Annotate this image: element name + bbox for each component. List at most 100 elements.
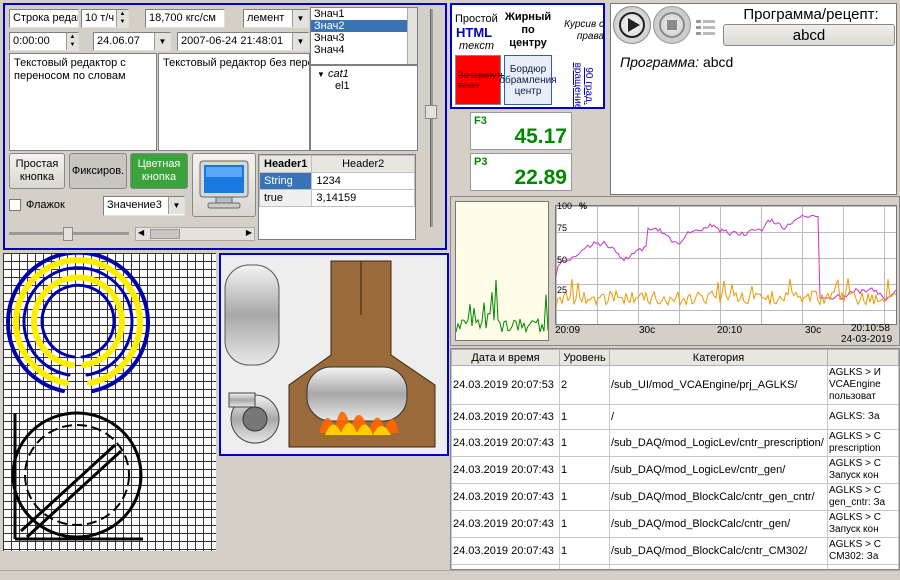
list-item[interactable]: Знач3 [311,32,407,44]
italic-text: текст [459,40,495,52]
slider-handle[interactable] [425,105,437,119]
data-table[interactable]: Header1 Header2 String 1234 true 3,14159 [258,154,416,240]
log-category: /sub_DAQ/mod_LogicLev/cntr_prescription/ [609,429,828,457]
play-icon [619,12,645,38]
log-message: AGLKS: За [827,404,899,430]
scroll-left-icon[interactable]: ◀ [138,228,144,237]
main-trend [555,205,897,325]
indicator-label: P3 [474,156,488,168]
log-row[interactable]: 24.03.2019 20:07:53 2/sub_UI/mod_VCAEngin… [451,365,899,405]
simple-button[interactable]: Простая кнопка [9,153,65,189]
int-spinbox[interactable]: 10 т/ч ▲ ▼ [81,9,129,28]
log-level: 1 [559,456,610,484]
flag-checkbox[interactable]: Флажок [9,199,65,211]
list-scrollbar[interactable] [407,8,417,64]
log-category: /sub_UI/mod_VCAEngine/prj_AGLKS/ [609,365,828,405]
text-editor-nowrap[interactable]: Текстовый редактор без перен [158,53,310,151]
x-label: 20:09 [555,325,581,336]
spin-arrows-icon[interactable]: ▲ ▼ [66,33,78,50]
form-elements-panel: Строка редак 10 т/ч ▲ ▼ 18,700 кгс/см леме… [3,3,447,250]
values-list[interactable]: Знач1 Знач2 Знач3 Знач4 [310,7,418,65]
text-editor-wrap[interactable]: Текстовый редактор с переносом по словам [9,53,157,151]
column-header-category[interactable]: Категория [609,349,828,366]
log-row[interactable]: 24.03.2019 20:07:43 1/AGLKS: За [451,404,899,430]
trend-series-magenta [555,214,897,302]
log-row[interactable]: 24.03.2019 20:07:43 1/sub_DAQ/mod_LogicLe… [451,456,899,484]
column-header-level[interactable]: Уровень [559,349,610,366]
italic-right-text: Курсив с права [564,19,604,42]
indicator-f3: F3 45.17 [470,112,572,150]
indicator-label: F3 [474,115,487,127]
furnace-mnemo [219,253,449,456]
column-header-datetime[interactable]: Дата и время [451,349,560,366]
list-steps-icon [696,20,715,35]
colored-button[interactable]: Цветная кнопка [130,153,188,189]
datetime-edit[interactable]: 2007-06-24 21:48:01 ▼ [177,32,309,51]
tree-expand-icon[interactable]: ▼ [317,70,325,79]
chevron-down-icon[interactable]: ▼ [154,33,170,50]
y-label: % [579,201,588,211]
scroll-right-icon[interactable]: ▶ [246,228,252,237]
date-edit[interactable]: 24.06.07 ▼ [93,32,171,51]
tree-view[interactable]: ▼ cat1 el1 [310,65,418,151]
monitor-icon [199,160,249,209]
tree-item-cat[interactable]: ▼ cat1 [317,68,413,80]
vertical-slider[interactable] [425,9,437,229]
date-label: 24-03-2019 [841,334,893,345]
log-datetime: 24.03.2019 20:07:43 [451,483,560,511]
log-datetime: 24.03.2019 20:07:43 [451,456,560,484]
trend-series-orange [555,278,897,307]
log-message: AGLKS > С Запуск кон [827,510,899,538]
list-item[interactable]: Знач4 [311,44,407,56]
html-text: HTML [456,25,493,40]
x-label: 30с [639,325,656,336]
fixed-button[interactable]: Фиксиров. [69,153,127,189]
log-message: AGLKS > С prescription [827,429,899,457]
scroll-thumb[interactable] [150,229,180,239]
rotated-text: 90 град. вращение [572,62,594,107]
column-header-message[interactable] [827,349,899,366]
table-header[interactable]: Header2 [311,155,415,173]
trend-panel: 100 % 75 50 25 20:09 30с 20:10 30с 20:10… [450,196,900,346]
spin-arrows-icon[interactable]: ▲ ▼ [116,10,128,27]
steps-button[interactable] [693,16,719,40]
y-label: 100 [557,201,573,211]
log-datetime: 24.03.2019 20:07:43 [451,510,560,538]
list-item[interactable]: Знач2 [311,20,407,32]
time-edit[interactable]: 0:00:00 ▲ ▼ [9,32,79,51]
checkbox-box[interactable] [9,199,21,211]
log-datetime: 24.03.2019 20:07:43 [451,404,560,430]
monitor-image-button[interactable] [192,153,256,217]
log-category: /sub_DAQ/mod_BlockCalc/cntr_CM302/ [609,537,828,565]
real-spinbox[interactable]: 18,700 кгс/см [145,9,225,28]
element-combo[interactable]: лемент ▼ [243,9,309,28]
tree-item-el[interactable]: el1 [317,80,413,92]
log-level: 1 [559,537,610,565]
play-button[interactable] [613,6,651,44]
log-row[interactable]: 24.03.2019 20:07:431/sub_DAQ/mod_BlockCa… [451,510,899,538]
line-edit[interactable]: Строка редак [9,9,79,28]
y-label: 75 [557,223,568,233]
table-row[interactable]: String 1234 [258,172,415,190]
slider-handle[interactable] [63,227,73,241]
x-label: 20:10:58 [851,323,890,334]
log-table-panel[interactable]: Дата и время Уровень Категория 24.03.201… [450,348,900,570]
table-header[interactable]: Header1 [258,155,313,173]
horizontal-slider[interactable] [9,227,129,241]
log-category: / [609,404,828,430]
list-item[interactable]: Знач1 [311,8,407,20]
strike-text: Зачеркнутый текст [455,55,512,105]
chevron-down-icon[interactable]: ▼ [168,197,184,214]
log-row[interactable]: 24.03.2019 20:07:431/sub_DAQ/mod_BlockCa… [451,483,899,511]
stop-button[interactable] [653,6,691,44]
chevron-down-icon[interactable]: ▼ [292,33,308,50]
log-row[interactable]: 24.03.2019 20:07:431/sub_DAQ/mod_BlockCa… [451,537,899,565]
values-combo[interactable]: Значение3 ▼ [103,196,185,216]
recipe-value[interactable]: abcd [723,24,895,46]
log-category: /sub_DAQ/mod_BlockCalc/cntr_gen/ [609,510,828,538]
chevron-down-icon[interactable]: ▼ [292,10,308,27]
table-row[interactable]: true 3,14159 [258,189,415,207]
log-row[interactable]: 24.03.2019 20:07:43 1/sub_DAQ/mod_LogicLe… [451,429,899,457]
mini-trend-line [455,279,549,334]
horizontal-scrollbar[interactable]: ◀ ▶ [135,227,255,241]
